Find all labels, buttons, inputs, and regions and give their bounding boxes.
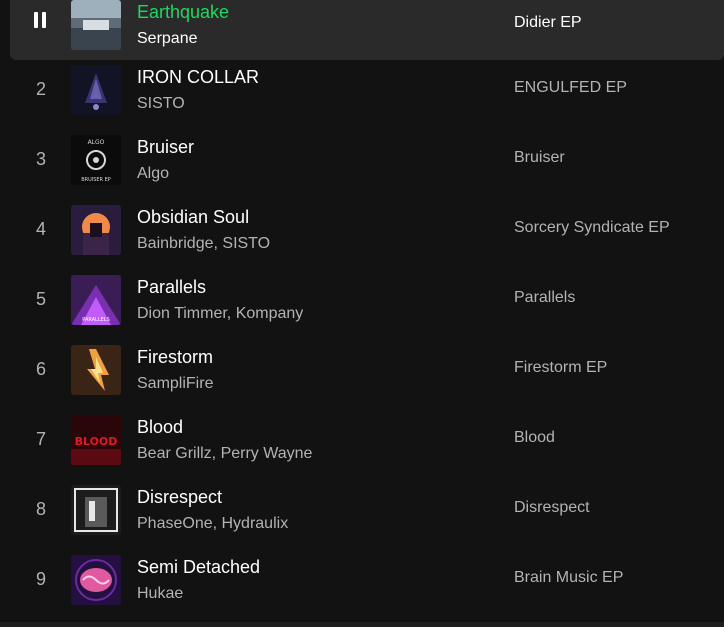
track-album[interactable]: Blood	[514, 429, 555, 447]
track-row[interactable]: 5 PARALLELS Parallels Dion Timmer, Kompa…	[10, 265, 724, 335]
track-title[interactable]: Firestorm	[137, 347, 213, 368]
album-cover: PARALLELS	[71, 275, 121, 325]
track-title[interactable]: Earthquake	[137, 2, 229, 23]
track-row[interactable]: 7 BLOOD Blood Bear Grillz, Perry Wayne B…	[10, 405, 724, 475]
track-artist[interactable]: Serpane	[137, 30, 198, 48]
track-number: 9	[35, 569, 46, 589]
track-album[interactable]: Sorcery Syndicate EP	[514, 219, 670, 237]
track-artist[interactable]: PhaseOne, Hydraulix	[137, 515, 288, 533]
track-title[interactable]: Blood	[137, 417, 183, 438]
album-cover	[71, 345, 121, 395]
track-row[interactable]: Earthquake Serpane Didier EP	[10, 0, 724, 60]
album-cover	[71, 65, 121, 115]
track-title[interactable]: Semi Detached	[137, 557, 260, 578]
track-album[interactable]: Firestorm EP	[514, 359, 607, 377]
album-cover: ALGO BRUISER EP	[71, 135, 121, 185]
track-number: 7	[35, 429, 46, 449]
svg-text:PARALLELS: PARALLELS	[82, 317, 110, 323]
track-number: 8	[35, 499, 46, 519]
list-bottom-divider	[0, 622, 724, 627]
track-number: 5	[35, 289, 46, 309]
track-album[interactable]: Didier EP	[514, 14, 582, 32]
track-row[interactable]: 3 ALGO BRUISER EP Bruiser Algo Bruiser	[10, 125, 724, 195]
track-title[interactable]: Obsidian Soul	[137, 207, 249, 228]
track-artist[interactable]: Hukae	[137, 585, 183, 603]
track-number: 3	[35, 149, 46, 169]
track-artist[interactable]: SISTO	[137, 95, 185, 113]
track-row[interactable]: 9 Semi Detached Hukae Brain Music EP	[10, 545, 724, 615]
track-number: 2	[35, 79, 46, 99]
track-title[interactable]: IRON COLLAR	[137, 67, 259, 88]
track-album[interactable]: Parallels	[514, 289, 575, 307]
track-artist[interactable]: Dion Timmer, Kompany	[137, 305, 303, 323]
pause-icon[interactable]	[34, 12, 48, 28]
track-number: 4	[35, 219, 46, 239]
track-album[interactable]: Brain Music EP	[514, 569, 623, 587]
svg-text:BRUISER EP: BRUISER EP	[81, 177, 111, 183]
track-title[interactable]: Disrespect	[137, 487, 222, 508]
track-album[interactable]: ENGULFED EP	[514, 79, 627, 97]
track-title[interactable]: Parallels	[137, 277, 206, 298]
album-cover	[71, 555, 121, 605]
svg-text:ALGO: ALGO	[88, 139, 105, 146]
track-row[interactable]: 6 Firestorm SampliFire Firestorm EP	[10, 335, 724, 405]
album-cover	[71, 0, 121, 50]
track-title[interactable]: Bruiser	[137, 137, 194, 158]
album-cover	[71, 205, 121, 255]
track-artist[interactable]: Bear Grillz, Perry Wayne	[137, 445, 312, 463]
track-album[interactable]: Disrespect	[514, 499, 590, 517]
track-row[interactable]: 2 IRON COLLAR SISTO ENGULFED EP	[10, 55, 724, 125]
track-album[interactable]: Bruiser	[514, 149, 565, 167]
album-cover: BLOOD	[71, 415, 121, 465]
track-row[interactable]: 4 Obsidian Soul Bainbridge, SISTO Sorcer…	[10, 195, 724, 265]
track-artist[interactable]: SampliFire	[137, 375, 213, 393]
svg-text:BLOOD: BLOOD	[75, 435, 118, 448]
album-cover	[71, 485, 121, 535]
track-artist[interactable]: Algo	[137, 165, 169, 183]
tracklist: Earthquake Serpane Didier EP 2 IRON COLL…	[0, 0, 724, 627]
track-number: 6	[35, 359, 46, 379]
track-row[interactable]: 8 Disrespect PhaseOne, Hydraulix Disresp…	[10, 475, 724, 545]
track-artist[interactable]: Bainbridge, SISTO	[137, 235, 270, 253]
